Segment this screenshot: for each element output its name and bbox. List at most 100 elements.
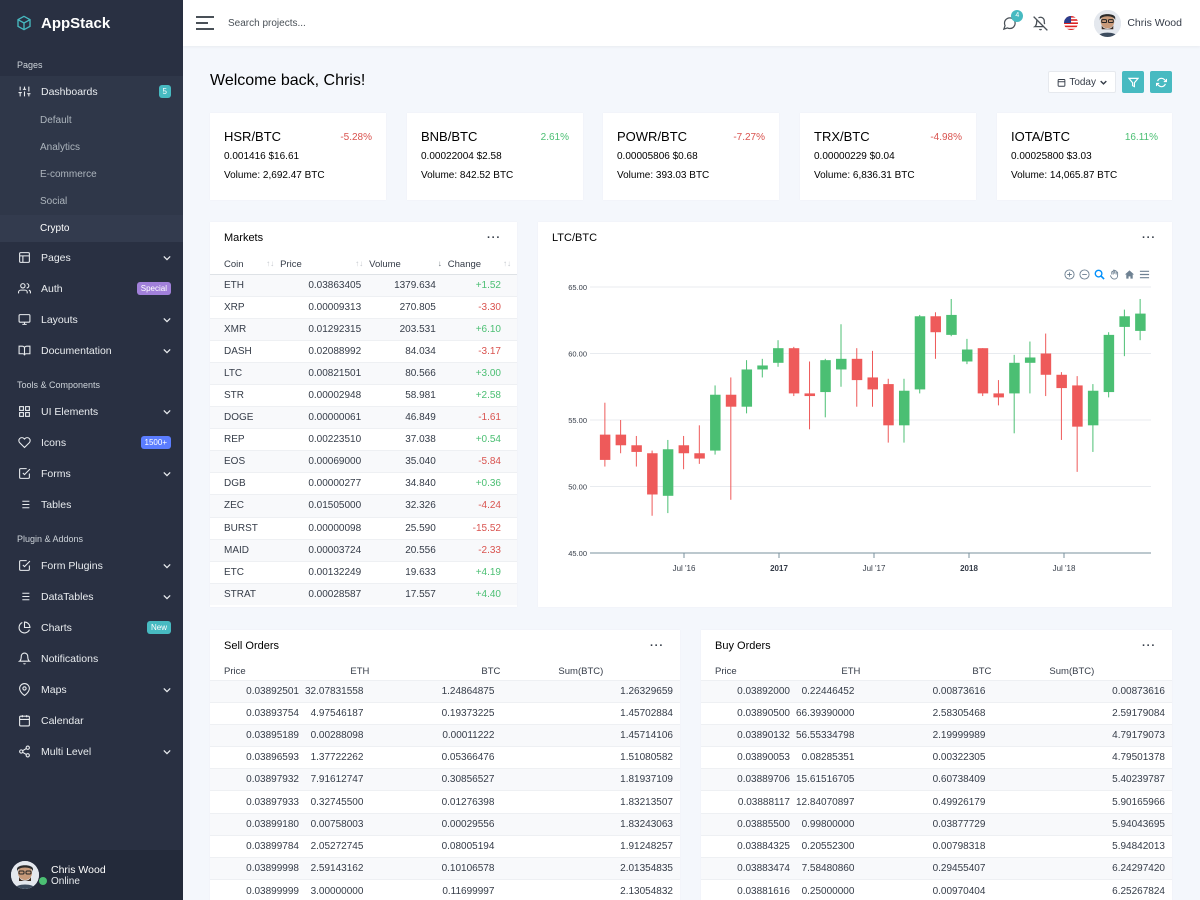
table-row[interactable]: DGB 0.00000277 34.840 +0.36 xyxy=(210,472,517,495)
notifications-button[interactable] xyxy=(1033,15,1049,31)
sidebar-item-maps[interactable]: Maps xyxy=(0,674,183,705)
search-input[interactable] xyxy=(228,17,428,29)
candle-body[interactable] xyxy=(757,365,768,370)
brand-logo[interactable]: AppStack xyxy=(0,0,183,46)
table-row[interactable]: 0.03899999 3.00000000 0.11699997 2.13054832 xyxy=(210,879,680,900)
column-header-coin[interactable]: Coin ↑↓ xyxy=(210,255,281,275)
table-row[interactable]: MAID 0.00003724 20.556 -2.33 xyxy=(210,538,517,562)
candle-body[interactable] xyxy=(930,316,941,333)
table-row[interactable]: DOGE 0.00000061 46.849 -1.61 xyxy=(210,406,517,429)
sidebar-user[interactable]: Chris Wood Online xyxy=(0,850,183,900)
candle-body[interactable] xyxy=(1072,385,1083,427)
sidebar-item-icons[interactable]: Icons 1500+ xyxy=(0,427,183,458)
column-header-price[interactable]: Price ↑↓ xyxy=(280,255,370,275)
candle-body[interactable] xyxy=(1087,390,1099,426)
sidebar-subitem-analytics[interactable]: Analytics xyxy=(0,134,183,161)
candle-body[interactable] xyxy=(993,393,1004,398)
table-row[interactable]: 0.03883474 7.58480860 0.29455407 6.24297420 xyxy=(701,856,1172,880)
table-row[interactable]: DASH 0.02088992 84.034 -3.17 xyxy=(210,339,517,363)
table-row[interactable]: 0.03890500 66.39390000 2.58305468 2.5917908… xyxy=(701,701,1172,725)
table-row[interactable]: 0.03897933 0.32745500 0.01276398 1.83213507 xyxy=(210,790,680,814)
table-row[interactable]: ETH 0.03863405 1379.634 +1.52 xyxy=(210,273,517,297)
messages-button[interactable]: 4 xyxy=(1002,9,1024,31)
date-filter-button[interactable]: Today xyxy=(1048,71,1116,93)
table-row[interactable]: 0.03892000 0.22446452 0.00873616 0.00873616 xyxy=(701,679,1172,703)
sidebar-subitem-ecommerce[interactable]: E-commerce xyxy=(0,161,183,188)
candle-body[interactable] xyxy=(694,453,705,459)
candle-body[interactable] xyxy=(1103,334,1115,393)
sidebar-item-form-plugins[interactable]: Form Plugins xyxy=(0,550,183,581)
candle-body[interactable] xyxy=(883,384,894,426)
more-options-icon[interactable]: ··· xyxy=(650,640,664,652)
table-row[interactable]: 0.03888117 12.84070897 0.49926179 5.9016596… xyxy=(701,790,1172,814)
table-row[interactable]: 0.03896593 1.37722262 0.05366476 1.51080582 xyxy=(210,746,680,769)
sidebar-item-ui-elements[interactable]: UI Elements xyxy=(0,396,183,427)
candle-body[interactable] xyxy=(678,445,690,454)
table-row[interactable]: 0.03884325 0.20552300 0.00798318 5.94842013 xyxy=(701,834,1172,858)
candle-body[interactable] xyxy=(946,314,957,335)
table-row[interactable]: ETC 0.00132249 19.633 +4.19 xyxy=(210,560,517,584)
candle-body[interactable] xyxy=(804,393,816,397)
more-options-icon[interactable]: ··· xyxy=(1142,640,1156,652)
candle-body[interactable] xyxy=(1119,316,1130,327)
candle-body[interactable] xyxy=(1135,313,1146,331)
sidebar-item-auth[interactable]: Auth Special xyxy=(0,273,183,304)
candle-body[interactable] xyxy=(836,358,847,370)
candle-body[interactable] xyxy=(898,390,910,426)
hamburger-icon[interactable] xyxy=(196,16,214,30)
candle-body[interactable] xyxy=(914,316,926,390)
table-row[interactable]: XMR 0.01292315 203.531 +6.10 xyxy=(210,317,517,341)
sidebar-item-pages[interactable]: Pages xyxy=(0,242,183,273)
table-row[interactable]: STR 0.00002948 58.981 +2.58 xyxy=(210,383,517,407)
table-row[interactable]: LTC 0.00821501 80.566 +3.00 xyxy=(210,361,517,385)
candle-body[interactable] xyxy=(788,348,800,394)
table-row[interactable]: REP 0.00223510 37.038 +0.54 xyxy=(210,428,517,451)
table-row[interactable]: 0.03890053 0.08285351 0.00322305 4.79501378 xyxy=(701,746,1172,769)
filter-button[interactable] xyxy=(1122,71,1144,93)
candle-body[interactable] xyxy=(867,377,879,390)
table-row[interactable]: 0.03885500 0.99800000 0.03877729 5.94043695 xyxy=(701,812,1172,836)
refresh-button[interactable] xyxy=(1150,71,1172,93)
sidebar-item-documentation[interactable]: Documentation xyxy=(0,335,183,366)
table-row[interactable]: 0.03895189 0.00288098 0.00011222 1.45714106 xyxy=(210,723,680,747)
sidebar-item-calendar[interactable]: Calendar xyxy=(0,705,183,736)
sidebar-item-notifications[interactable]: Notifications xyxy=(0,643,183,674)
table-row[interactable]: 0.03899784 2.05272745 0.08005194 1.91248257 xyxy=(210,834,680,858)
candle-body[interactable] xyxy=(599,434,611,460)
candle-body[interactable] xyxy=(851,358,863,381)
table-row[interactable]: XRP 0.00009313 270.805 -3.30 xyxy=(210,295,517,319)
table-row[interactable]: EOS 0.00069000 35.040 -5.84 xyxy=(210,450,517,473)
candle-body[interactable] xyxy=(741,369,753,407)
table-row[interactable]: ZEC 0.01505000 32.326 -4.24 xyxy=(210,494,517,518)
table-row[interactable]: 0.03899180 0.00758003 0.00029556 1.83243063 xyxy=(210,812,680,836)
candle-body[interactable] xyxy=(1056,374,1067,389)
table-row[interactable]: BURST 0.00000098 25.590 -15.52 xyxy=(210,516,517,540)
column-header-change[interactable]: Change ↑↓ xyxy=(447,255,517,275)
candle-body[interactable] xyxy=(1024,357,1036,363)
table-row[interactable]: STRAT 0.00028587 17.557 +4.40 xyxy=(210,582,517,606)
table-row[interactable]: 0.03881616 0.25000000 0.00970404 6.25267824 xyxy=(701,879,1172,900)
candle-body[interactable] xyxy=(773,348,784,363)
candle-body[interactable] xyxy=(725,394,737,407)
table-row[interactable]: 0.03889706 15.61516705 0.60738409 5.4023978… xyxy=(701,768,1172,791)
candle-body[interactable] xyxy=(647,453,658,495)
sidebar-subitem-default[interactable]: Default xyxy=(0,107,183,134)
candle-body[interactable] xyxy=(820,360,831,393)
candle-body[interactable] xyxy=(662,449,674,496)
candle-body[interactable] xyxy=(1040,353,1052,375)
candle-body[interactable] xyxy=(961,349,973,362)
table-row[interactable]: 0.03897932 7.91612747 0.30856527 1.81937109 xyxy=(210,768,680,791)
sidebar-item-multi-level[interactable]: Multi Level xyxy=(0,736,183,767)
sidebar-item-tables[interactable]: Tables xyxy=(0,489,183,520)
more-options-icon[interactable]: ··· xyxy=(487,232,501,244)
table-row[interactable]: 0.03892501 32.07831558 1.24864875 1.2632965… xyxy=(210,679,680,703)
candle-body[interactable] xyxy=(1009,362,1020,394)
candle-body[interactable] xyxy=(710,394,721,451)
candle-body[interactable] xyxy=(977,348,989,394)
column-header-volume[interactable]: Volume ↓ xyxy=(369,255,448,275)
candle-body[interactable] xyxy=(615,434,627,446)
sidebar-item-layouts[interactable]: Layouts xyxy=(0,304,183,335)
candle-body[interactable] xyxy=(631,445,642,452)
sidebar-item-forms[interactable]: Forms xyxy=(0,458,183,489)
sidebar-subitem-social[interactable]: Social xyxy=(0,188,183,215)
